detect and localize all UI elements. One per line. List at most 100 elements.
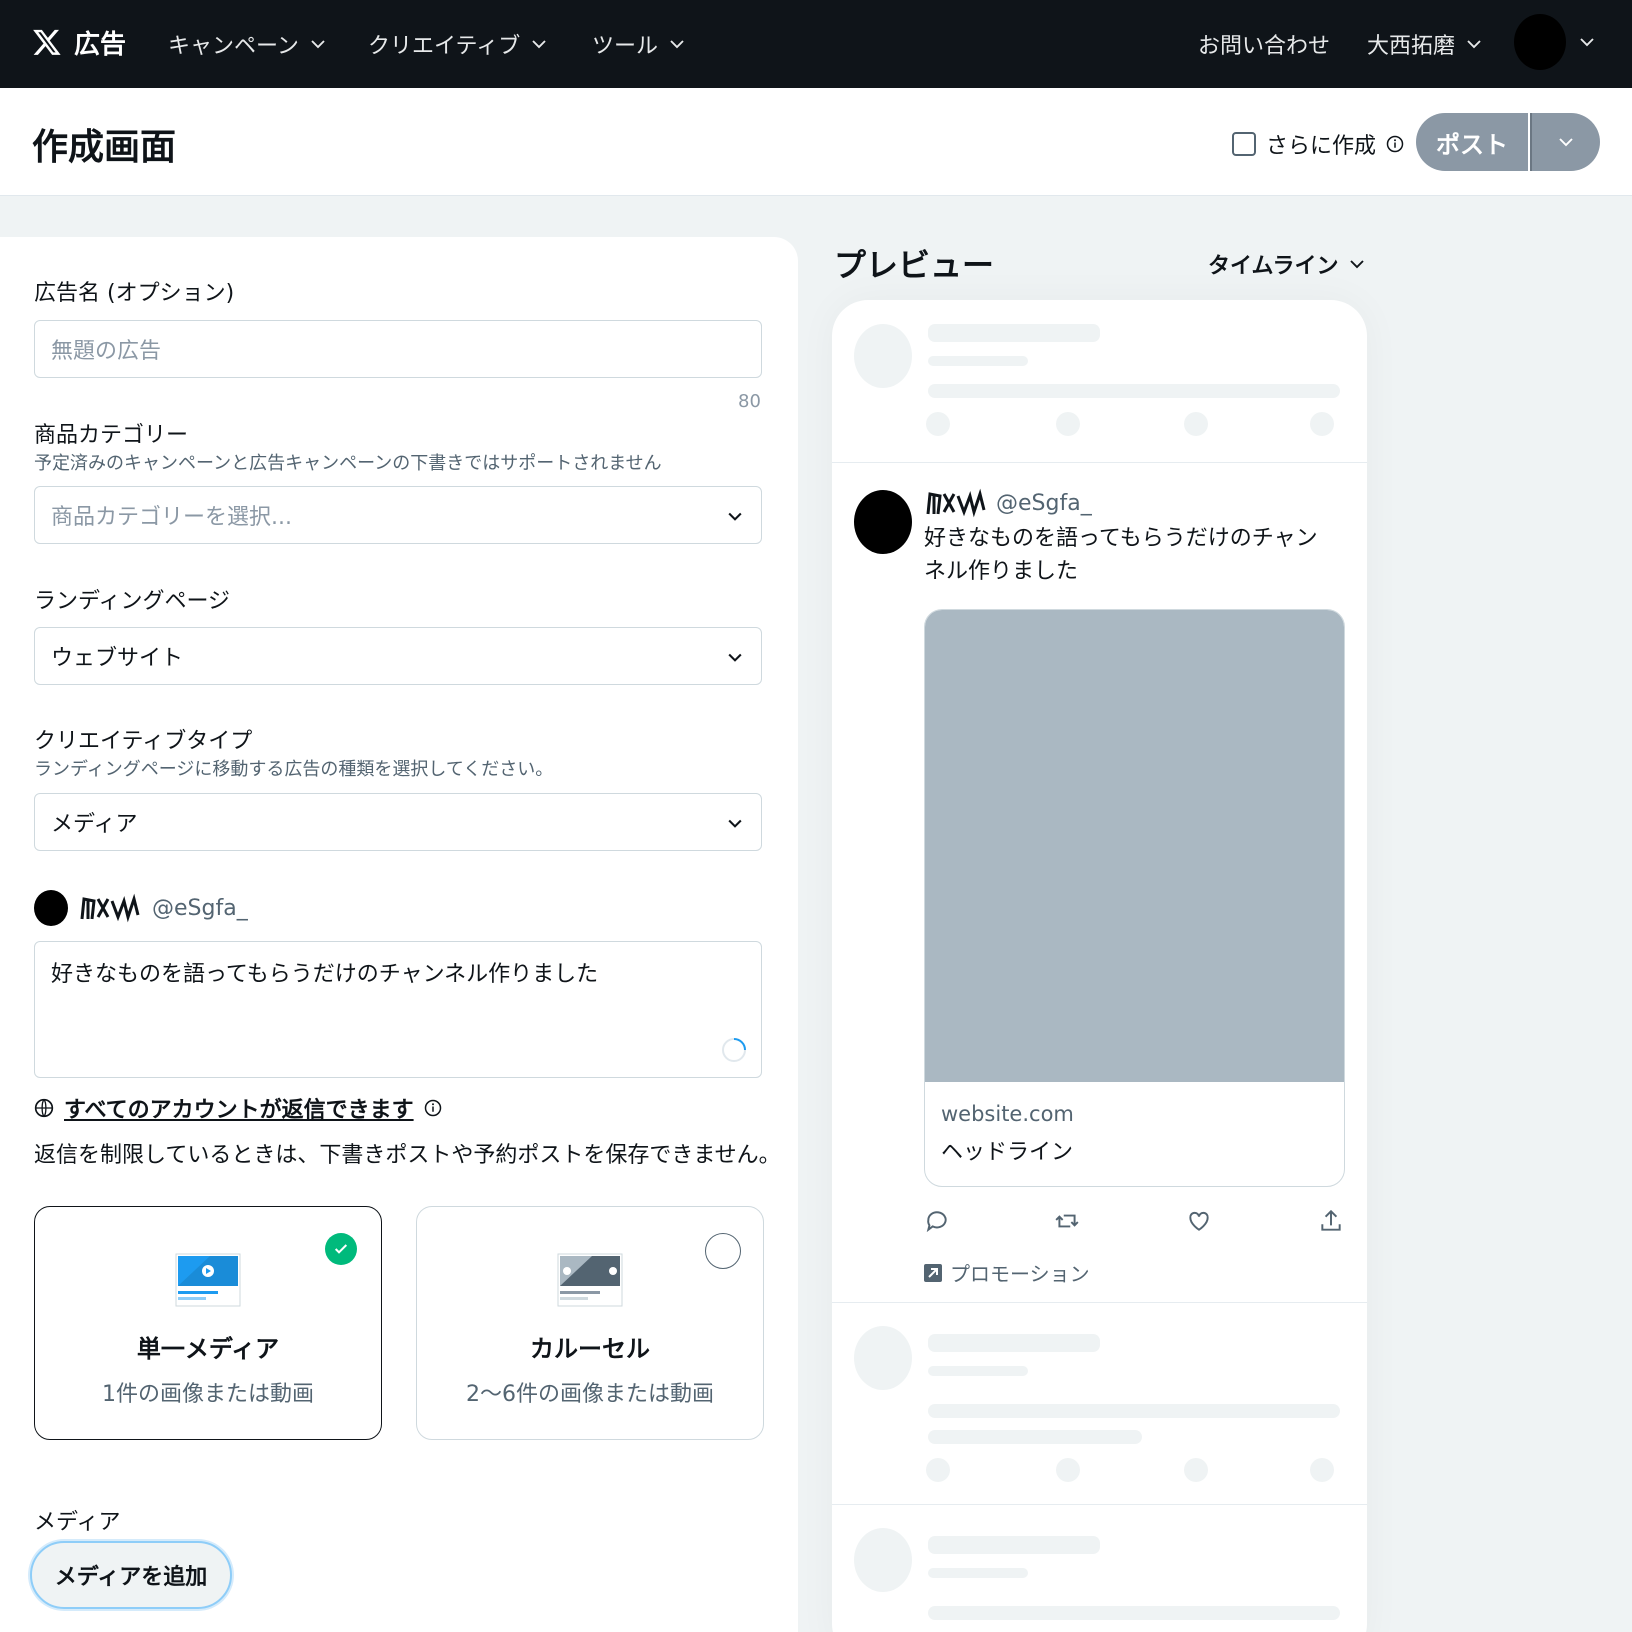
reply-icon[interactable]: [924, 1208, 950, 1234]
category-placeholder: 商品カテゴリーを選択...: [51, 505, 292, 530]
card-headline: ヘッドライン: [941, 1140, 1074, 1165]
display-name-icon: [926, 488, 986, 518]
nav-tools-label: ツール: [592, 34, 659, 59]
reply-setting-link[interactable]: すべてのアカウントが返信できます: [64, 1092, 414, 1124]
chevron-down-icon: [311, 40, 325, 49]
radio-button[interactable]: [705, 1233, 741, 1269]
page-title: 作成画面: [32, 127, 177, 168]
post-options-button[interactable]: [1530, 113, 1600, 171]
skeleton-dot: [1310, 412, 1334, 436]
ad-name-input[interactable]: 無題の広告: [34, 320, 762, 378]
skeleton-dot: [926, 1458, 950, 1482]
reply-note: 返信を制限しているときは、下書きポストや予約ポストを保存できません。: [34, 1143, 781, 1168]
landing-page-value: ウェブサイト: [51, 646, 184, 671]
like-icon[interactable]: [1186, 1208, 1212, 1234]
single-media-title: 単一メディア: [136, 1335, 280, 1363]
single-media-option[interactable]: 単一メディア 1件の画像または動画: [34, 1206, 382, 1440]
brand[interactable]: 広告: [32, 20, 126, 64]
avatar: [34, 890, 68, 926]
chevron-down-icon: [670, 40, 684, 49]
share-icon[interactable]: [1318, 1208, 1344, 1234]
skeleton-dot: [1184, 412, 1208, 436]
avatar: [854, 490, 912, 554]
tweet-handle: @eSgfa_: [996, 490, 1092, 516]
display-name-icon: [80, 893, 140, 923]
skeleton-dot: [1056, 1458, 1080, 1482]
chevron-down-icon: [1467, 40, 1481, 49]
carousel-desc: 2〜6件の画像または動画: [466, 1382, 714, 1407]
nav-contact-label: お問い合わせ: [1198, 34, 1331, 59]
chevron-down-icon: [728, 819, 742, 828]
skeleton-line: [928, 1334, 1100, 1352]
creative-type-note: ランディングページに移動する広告の種類を選択してください。: [34, 759, 554, 780]
avatar[interactable]: [1514, 14, 1566, 70]
chevron-down-icon: [1350, 260, 1365, 269]
skeleton-dot: [1184, 1458, 1208, 1482]
promoted-label: プロモーション: [924, 1258, 1090, 1287]
promoted-text: プロモーション: [950, 1262, 1090, 1286]
info-icon[interactable]: [1386, 135, 1404, 153]
chevron-down-icon[interactable]: [1578, 33, 1596, 51]
post-text-value: 好きなものを語ってもらうだけのチャンネル作りました: [51, 962, 599, 987]
website-card[interactable]: website.com ヘッドライン: [924, 609, 1345, 1187]
nav-tools[interactable]: ツール: [592, 24, 686, 64]
globe-icon: [34, 1098, 54, 1118]
chevron-down-icon: [728, 512, 742, 521]
skeleton-line: [928, 1606, 1340, 1620]
carousel-icon: [557, 1253, 623, 1307]
media-placeholder: [925, 610, 1344, 1082]
post-text-input[interactable]: 好きなものを語ってもらうだけのチャンネル作りました: [34, 941, 762, 1078]
nav-campaigns-label: キャンペーン: [168, 34, 299, 59]
skeleton-line: [928, 1366, 1028, 1376]
post-author: @eSgfa_: [34, 890, 248, 926]
carousel-option[interactable]: カルーセル 2〜6件の画像または動画: [416, 1206, 764, 1440]
divider: [832, 462, 1367, 463]
add-media-button[interactable]: メディアを追加: [30, 1541, 232, 1609]
placement-select[interactable]: タイムライン: [1208, 248, 1366, 280]
creative-type-value: メディア: [51, 812, 138, 837]
chevron-down-icon: [1559, 138, 1573, 147]
media-label: メディア: [34, 1510, 121, 1535]
category-select[interactable]: 商品カテゴリーを選択...: [34, 486, 762, 544]
repost-icon[interactable]: [1054, 1208, 1080, 1234]
skeleton-line: [928, 324, 1100, 342]
divider: [832, 1302, 1367, 1303]
skeleton-line: [928, 356, 1028, 366]
divider: [832, 1504, 1367, 1505]
page-header: 作成画面 さらに作成 ポスト: [0, 88, 1632, 196]
chevron-down-icon: [728, 653, 742, 662]
landing-page-select[interactable]: ウェブサイト: [34, 627, 762, 685]
category-note: 予定済みのキャンペーンと広告キャンペーンの下書きではサポートされません: [34, 453, 662, 474]
info-icon[interactable]: [424, 1099, 442, 1117]
ad-name-placeholder: 無題の広告: [51, 339, 162, 364]
skeleton-avatar: [854, 1326, 912, 1390]
placement-value: タイムライン: [1208, 254, 1339, 279]
skeleton-dot: [1310, 1458, 1334, 1482]
brand-label: 広告: [74, 29, 127, 60]
creative-type-label: クリエイティブタイプ: [34, 729, 253, 754]
skeleton-line: [928, 1536, 1100, 1554]
tweet-header: @eSgfa_: [924, 488, 1092, 518]
account-handle: @eSgfa_: [152, 895, 248, 921]
skeleton-line: [928, 1404, 1340, 1418]
skeleton-line: [928, 1430, 1142, 1444]
nav-contact[interactable]: お問い合わせ: [1198, 24, 1330, 64]
nav-campaigns[interactable]: キャンペーン: [168, 24, 327, 64]
create-more-checkbox[interactable]: [1232, 132, 1256, 156]
skeleton-dot: [1056, 412, 1080, 436]
account-menu[interactable]: 大西拓磨: [1367, 24, 1483, 64]
category-label: 商品カテゴリー: [34, 423, 189, 448]
x-logo-icon: [33, 29, 61, 55]
single-media-desc: 1件の画像または動画: [102, 1382, 314, 1407]
skeleton-avatar: [854, 1528, 912, 1592]
post-button[interactable]: ポスト: [1416, 113, 1528, 171]
reply-settings[interactable]: すべてのアカウントが返信できます: [34, 1092, 442, 1124]
ad-name-label: 広告名 (オプション): [34, 281, 235, 306]
create-more-label: さらに作成: [1266, 134, 1377, 159]
nav-creatives[interactable]: クリエイティブ: [368, 24, 548, 64]
single-media-icon: [175, 1253, 241, 1307]
creative-type-select[interactable]: メディア: [34, 793, 762, 851]
chevron-down-icon: [532, 40, 546, 49]
carousel-title: カルーセル: [530, 1335, 650, 1363]
create-more-toggle[interactable]: さらに作成: [1232, 128, 1404, 160]
